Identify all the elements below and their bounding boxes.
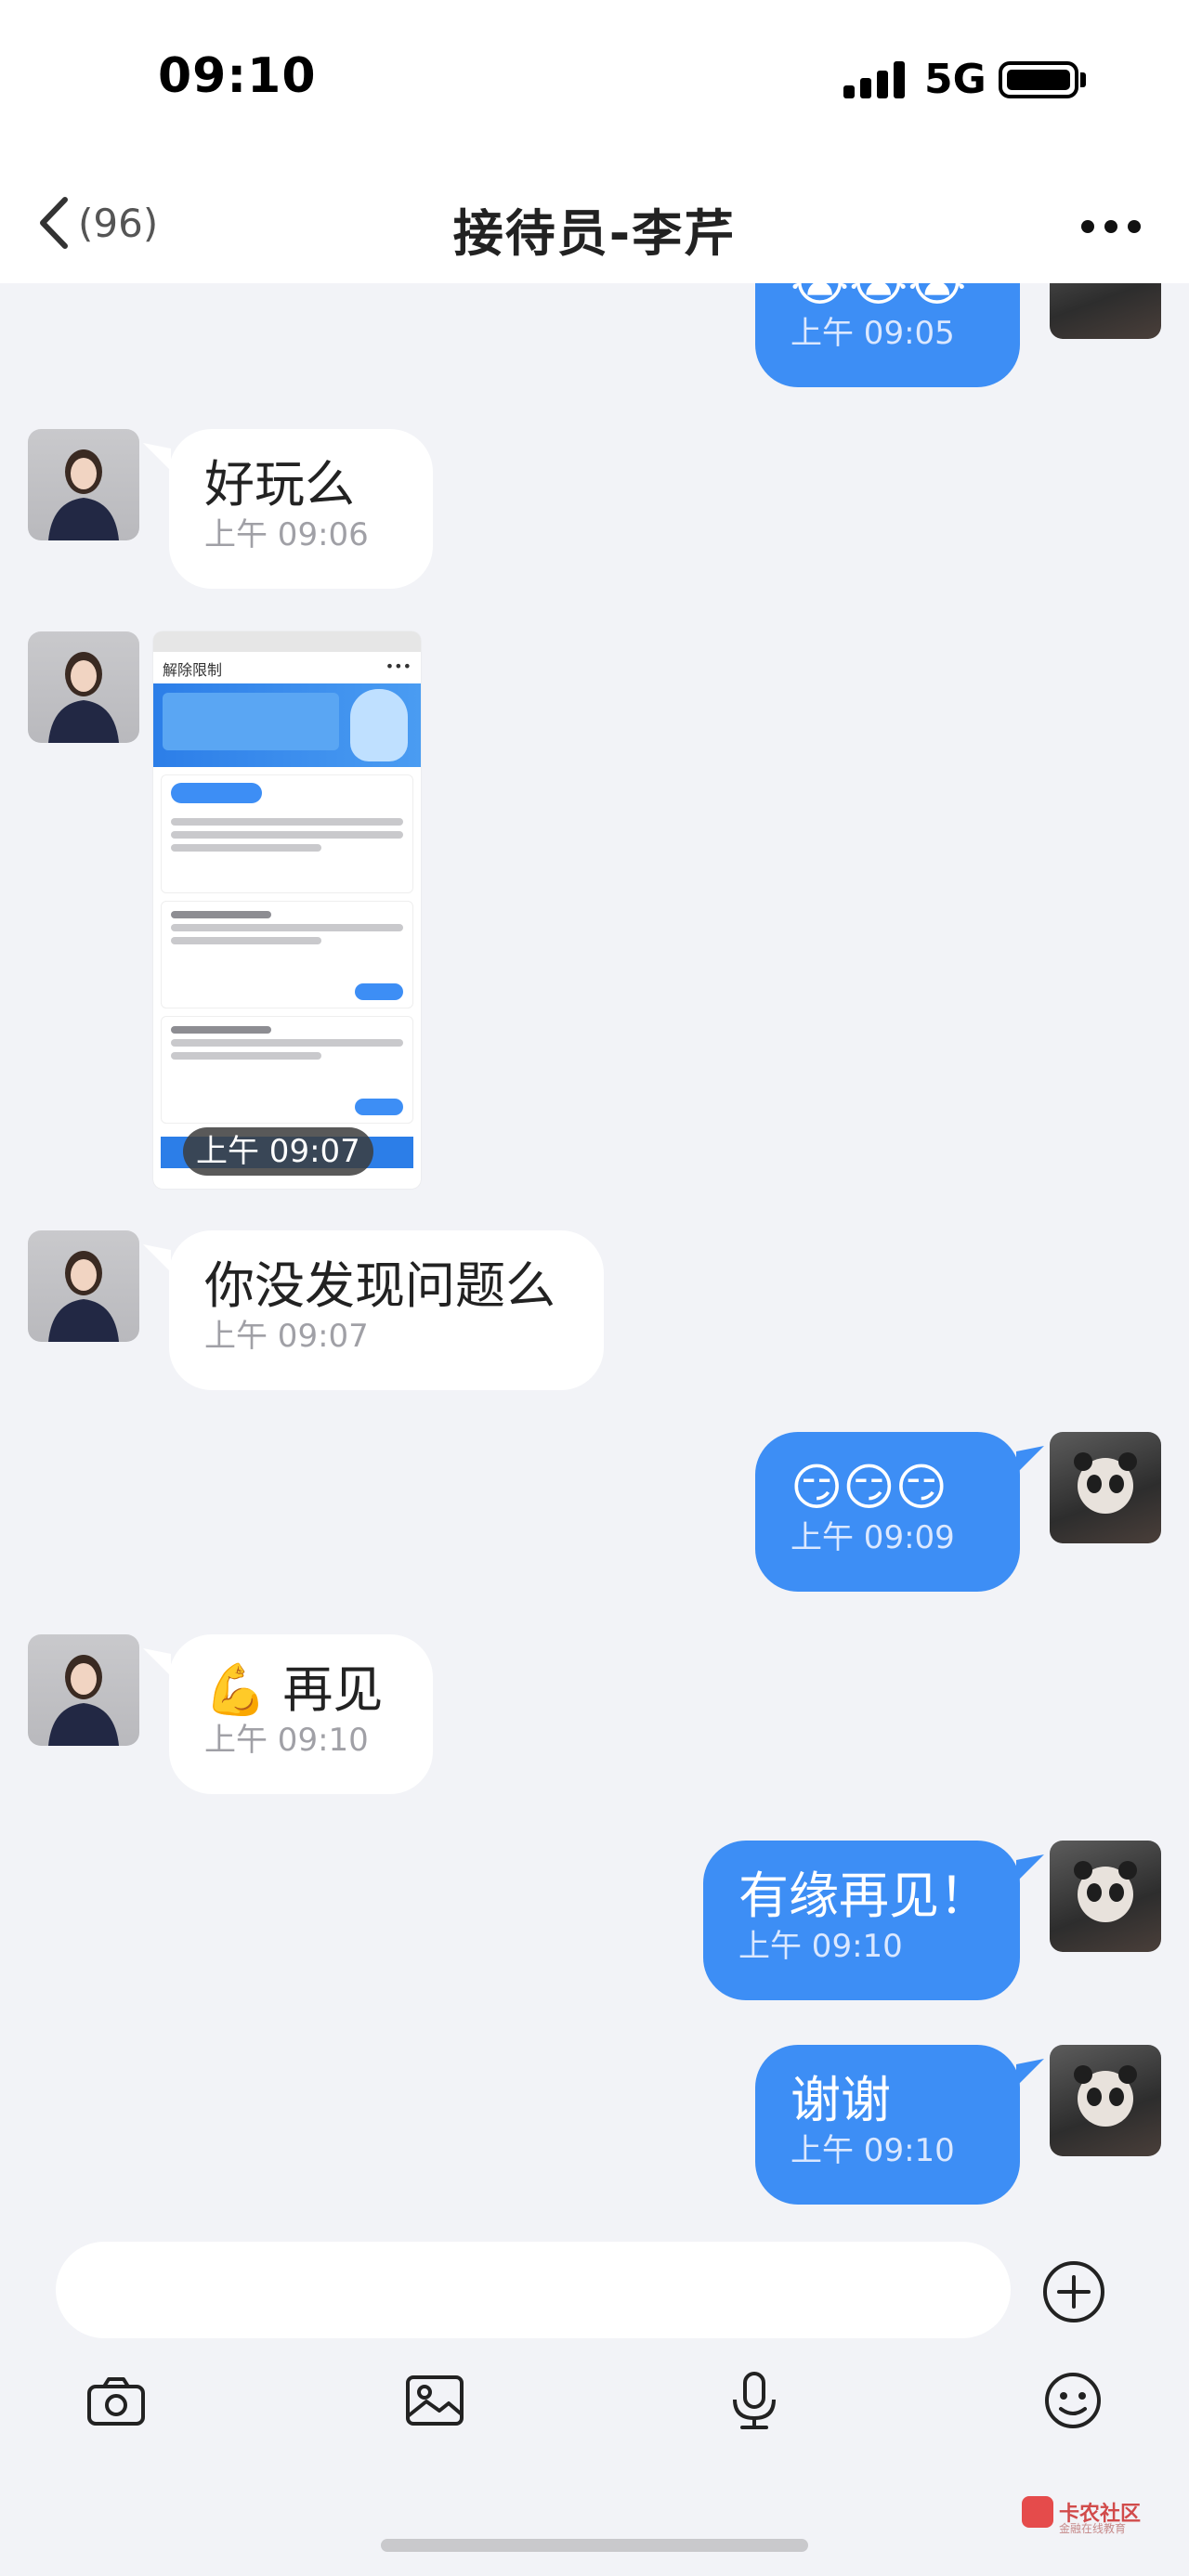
message-bubble-outgoing[interactable]: 有缘再见！ 上午 09:10: [703, 1841, 1020, 2000]
battery-icon: [999, 61, 1078, 98]
text-line: [171, 1052, 321, 1060]
network-type: 5G: [924, 56, 986, 103]
page-title: 接待员-李芹: [452, 204, 737, 263]
my-avatar[interactable]: [1050, 283, 1161, 339]
person-icon: [48, 652, 119, 743]
status-bar: 09:10 5G: [0, 0, 1189, 163]
image-icon[interactable]: [402, 2368, 467, 2433]
agent-avatar[interactable]: [28, 1634, 139, 1746]
message-time: 上午 09:10: [790, 2132, 955, 2169]
message-bubble-incoming[interactable]: 💪 再见 上午 09:10: [169, 1634, 433, 1794]
message-bubble-incoming[interactable]: 你没发现问题么 上午 09:07: [169, 1230, 604, 1390]
text-line: [171, 937, 321, 944]
message-text: 😏😏😏: [790, 1458, 947, 1516]
message-text: 有缘再见！: [738, 1867, 989, 1925]
more-options-button[interactable]: [1081, 220, 1141, 235]
text-line: [171, 844, 321, 852]
text-line: [171, 1039, 403, 1047]
bubble-tail: [1016, 2059, 1044, 2087]
text-line: [171, 1026, 271, 1034]
robot-icon: [350, 689, 408, 761]
dot-icon: [1081, 220, 1094, 233]
text-line: [171, 831, 403, 839]
image-message[interactable]: 解除限制 ••• 上午 09:07: [153, 631, 421, 1189]
microphone-icon[interactable]: [722, 2368, 787, 2433]
message-bubble-incoming[interactable]: 好玩么 上午 09:06: [169, 429, 433, 589]
message-bubble-outgoing[interactable]: 😏😏😏 上午 09:09: [755, 1432, 1020, 1592]
text-line: [171, 818, 403, 826]
panda-icon: [1074, 2065, 1137, 2127]
status-time: 09:10: [158, 48, 317, 104]
person-icon: [48, 1251, 119, 1342]
bubble-tail: [143, 1244, 171, 1272]
image-section: [161, 774, 413, 893]
image-section: [161, 1016, 413, 1124]
my-avatar[interactable]: [1050, 1432, 1161, 1543]
message-time: 上午 09:06: [204, 516, 369, 553]
panda-icon: [1074, 1861, 1137, 1922]
nav-bar: (96) 接待员-李芹: [0, 163, 1189, 283]
text-line: [171, 924, 403, 931]
message-bubble-outgoing[interactable]: 谢谢 上午 09:10: [755, 2045, 1020, 2205]
image-banner-notice: [163, 693, 339, 750]
watermark-logo: 卡农社区 金融在线教育: [1022, 2496, 1141, 2535]
panda-icon: [1074, 1452, 1137, 1514]
message-text: 😭😭😭: [790, 283, 985, 313]
image-button: [355, 983, 403, 1000]
my-avatar[interactable]: [1050, 1841, 1161, 1952]
input-area: [0, 2229, 1189, 2576]
emoji-icon[interactable]: [1040, 2368, 1105, 2433]
person-icon: [48, 1655, 119, 1746]
image-nav-title: 解除限制: [163, 661, 223, 679]
image-pill: [171, 783, 262, 803]
watermark-icon: [1022, 2496, 1053, 2528]
message-bubble-outgoing[interactable]: 😭😭😭 上午 09:05: [755, 283, 1020, 387]
bubble-tail: [1016, 1446, 1044, 1474]
image-button: [355, 1099, 403, 1115]
bubble-tail: [143, 443, 171, 471]
image-section: [161, 901, 413, 1008]
battery-cap: [1080, 72, 1086, 87]
agent-avatar[interactable]: [28, 631, 139, 743]
signal-icon: [843, 61, 905, 98]
bubble-tail: [1016, 1854, 1044, 1882]
add-icon[interactable]: [1040, 2258, 1107, 2325]
message-text: 好玩么: [204, 455, 355, 514]
home-indicator[interactable]: [381, 2539, 808, 2552]
message-time: 上午 09:10: [204, 1722, 369, 1759]
text-line: [171, 911, 271, 918]
agent-avatar[interactable]: [28, 429, 139, 540]
message-time: 上午 09:10: [738, 1928, 903, 1965]
message-text: 💪 再见: [204, 1660, 384, 1719]
message-input[interactable]: [56, 2242, 1011, 2338]
dot-icon: [1104, 220, 1117, 233]
bubble-tail: [143, 1648, 171, 1676]
message-time: 上午 09:09: [790, 1519, 955, 1556]
message-time: 上午 09:07: [204, 1318, 369, 1355]
message-time: 上午 09:05: [790, 315, 955, 352]
agent-avatar[interactable]: [28, 1230, 139, 1342]
message-time: 上午 09:07: [183, 1127, 373, 1176]
image-banner: [153, 683, 421, 767]
dot-icon: [1128, 220, 1141, 233]
message-text: 你没发现问题么: [204, 1256, 555, 1315]
person-icon: [48, 449, 119, 540]
message-text: 谢谢: [790, 2071, 891, 2129]
watermark-subtext: 金融在线教育: [1059, 2522, 1127, 2535]
my-avatar[interactable]: [1050, 2045, 1161, 2156]
image-status-bar: [153, 631, 421, 652]
camera-icon[interactable]: [84, 2368, 149, 2433]
image-more-icon: •••: [385, 657, 412, 675]
chat-messages[interactable]: 😭😭😭 上午 09:05 好玩么 上午 09:06 解除限制 •••: [0, 283, 1189, 2229]
image-nav: 解除限制 •••: [153, 652, 421, 683]
